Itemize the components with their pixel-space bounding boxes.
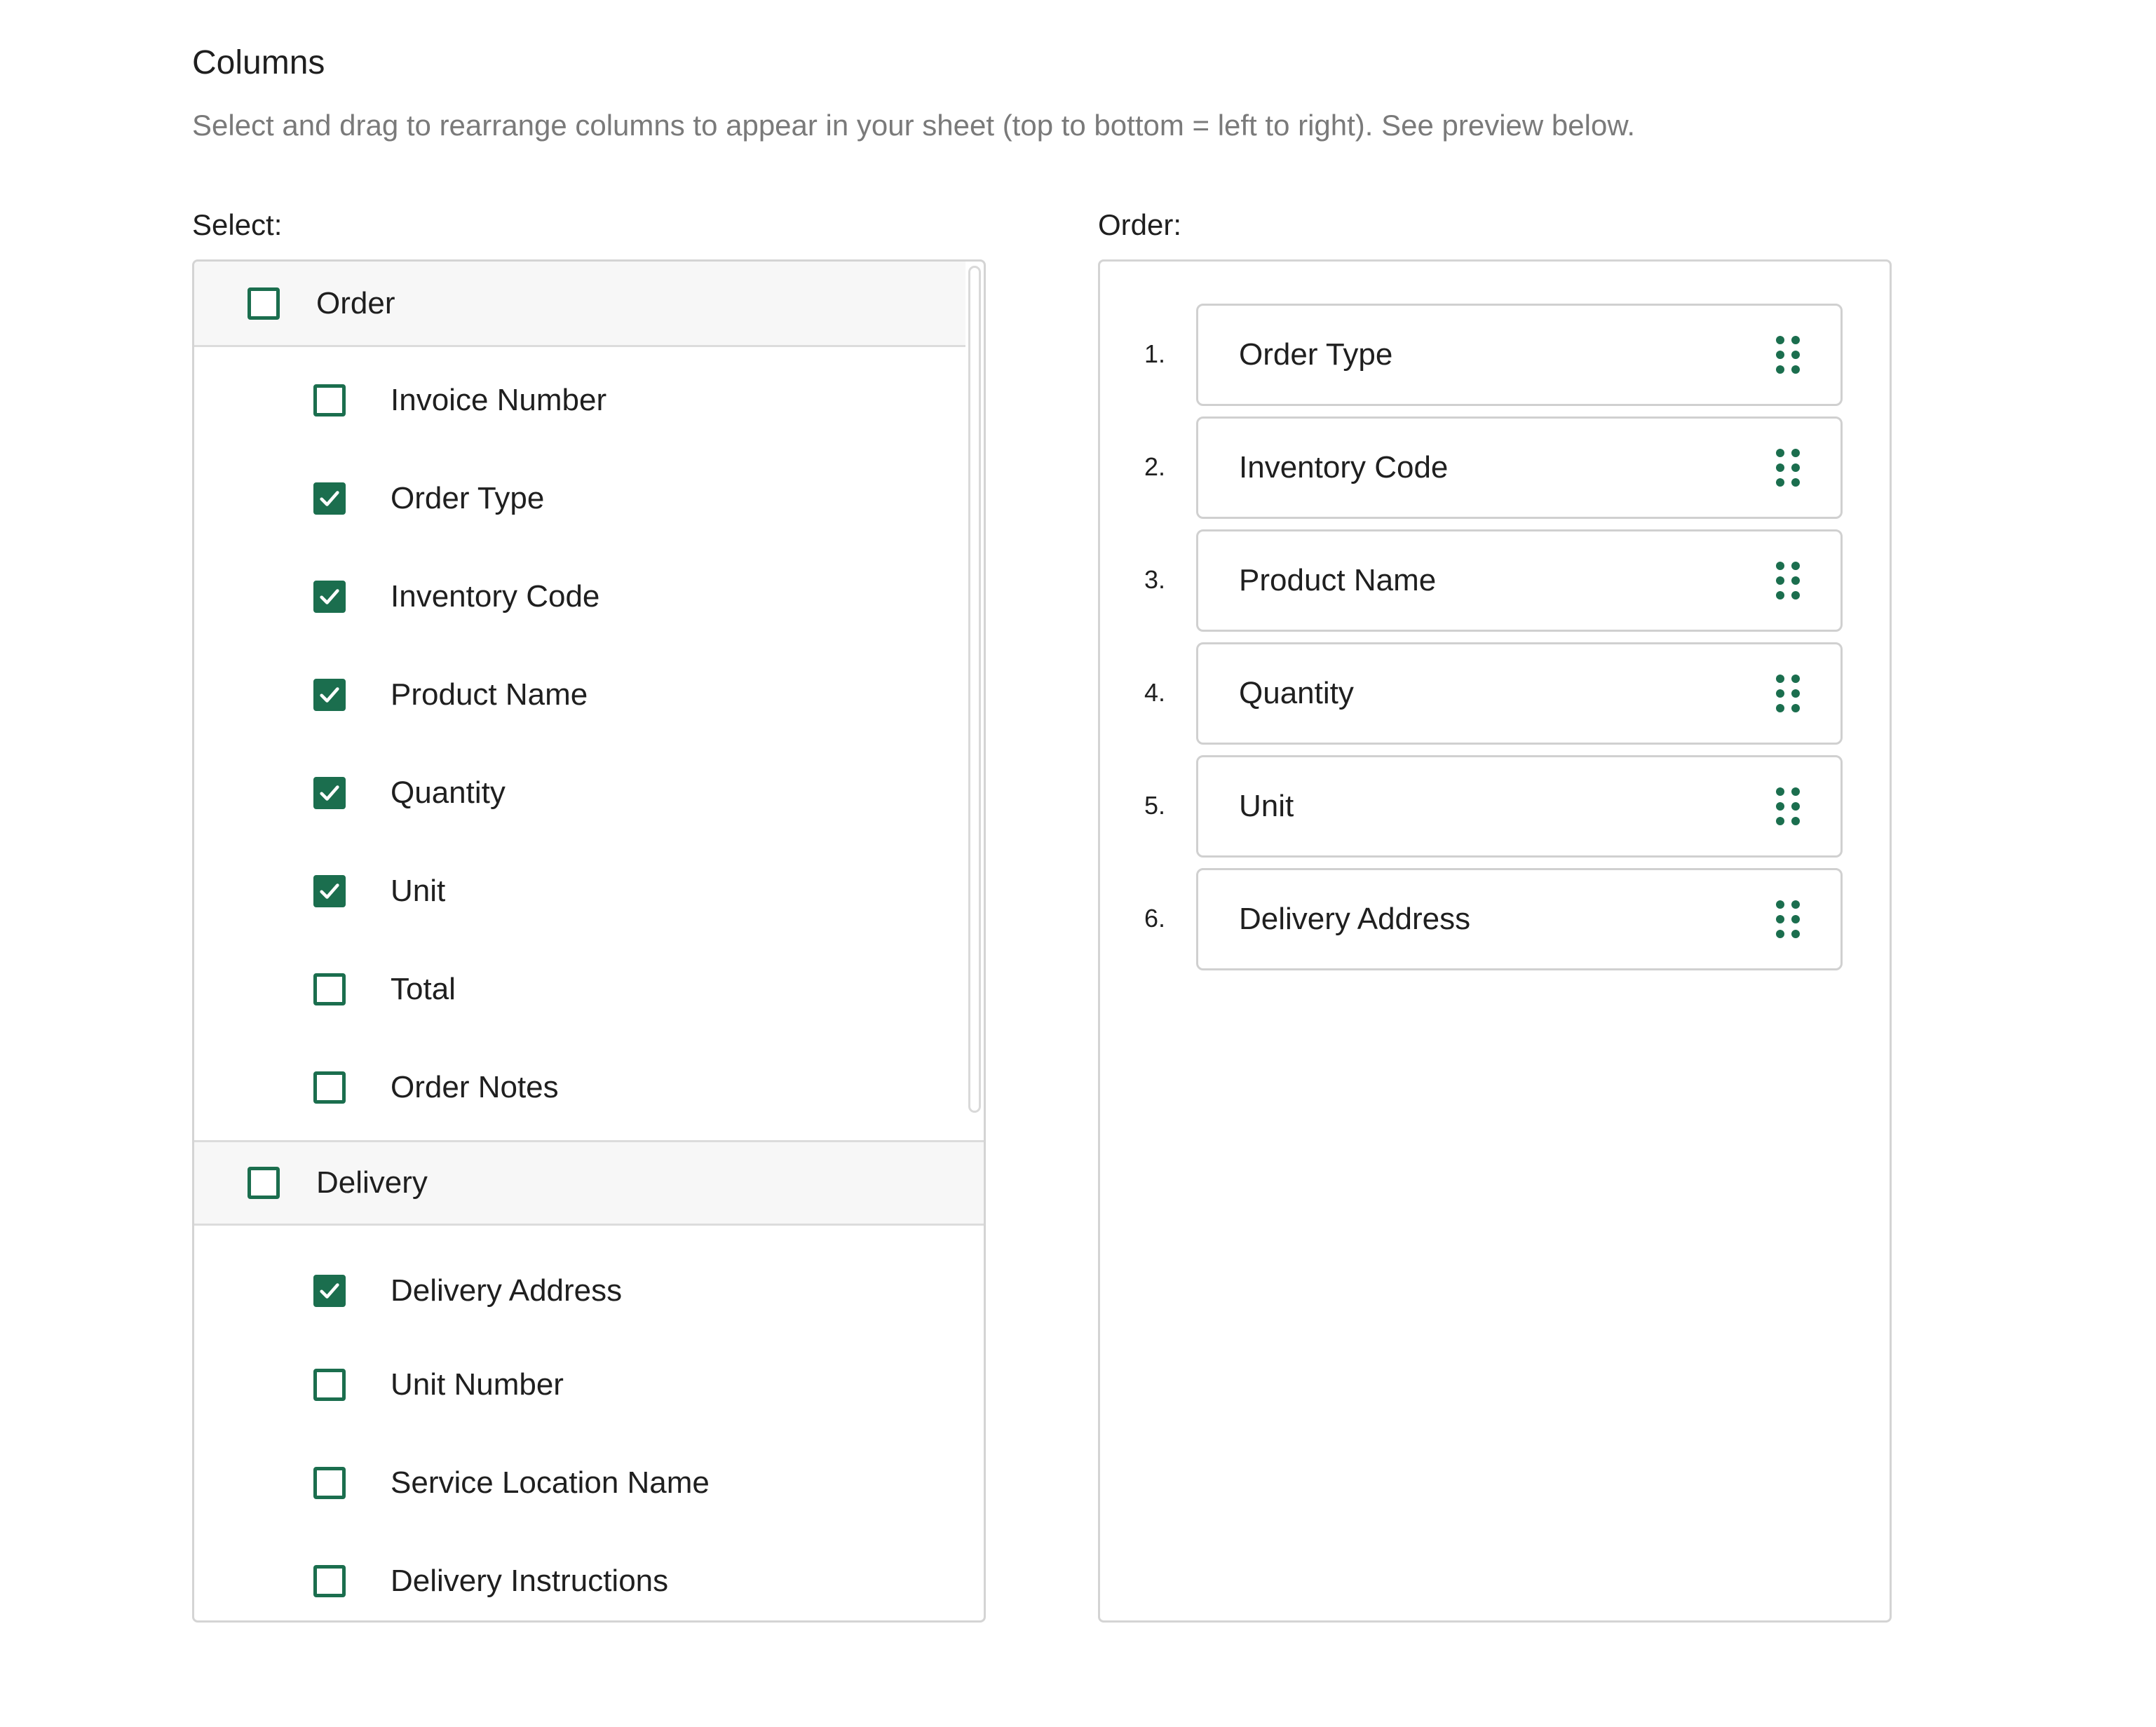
page-subtitle: Select and drag to rearrange columns to … <box>192 109 1635 142</box>
select-label: Select: <box>192 208 283 241</box>
checkmark-icon <box>320 687 339 703</box>
order-card-order-type[interactable]: Order Type <box>1196 304 1843 406</box>
order-card-label: Inventory Code <box>1239 450 1449 485</box>
drag-handle-icon[interactable] <box>1776 562 1800 600</box>
select-item-label: Quantity <box>391 776 506 810</box>
select-item-label: Inventory Code <box>391 579 600 614</box>
select-item-invoice-number[interactable]: Invoice Number <box>194 358 958 442</box>
order-card-quantity[interactable]: Quantity <box>1196 642 1843 745</box>
group-label-delivery: Delivery <box>316 1165 428 1200</box>
select-item-total[interactable]: Total <box>194 947 958 1031</box>
scrollbar[interactable] <box>968 266 981 1113</box>
select-item-quantity[interactable]: Quantity <box>194 751 958 835</box>
select-item-label: Unit <box>391 874 446 908</box>
select-item-unit-number[interactable]: Unit Number <box>194 1343 958 1427</box>
select-panel[interactable]: Order Invoice Number Order Type Inventor… <box>192 259 986 1623</box>
checkmark-icon <box>320 785 339 801</box>
order-number: 6. <box>1144 904 1166 933</box>
group-label-order: Order <box>316 285 395 320</box>
order-label: Order: <box>1098 208 1182 241</box>
select-item-label: Order Notes <box>391 1070 559 1104</box>
select-item-order-type[interactable]: Order Type <box>194 456 958 541</box>
order-number: 1. <box>1144 339 1166 368</box>
order-card-label: Delivery Address <box>1239 902 1471 936</box>
select-item-inventory-code[interactable]: Inventory Code <box>194 555 958 639</box>
checkbox-icon[interactable] <box>313 581 346 613</box>
checkbox-icon[interactable] <box>248 287 280 320</box>
checkbox-icon[interactable] <box>313 1467 346 1499</box>
checkbox-icon[interactable] <box>313 1565 346 1597</box>
checkmark-icon <box>320 589 339 604</box>
columns-config-page: Columns Select and drag to rearrange col… <box>0 0 2156 1727</box>
select-item-delivery-address[interactable]: Delivery Address <box>194 1249 958 1333</box>
select-item-label: Order Type <box>391 481 545 515</box>
checkbox-icon[interactable] <box>313 777 346 809</box>
select-item-label: Unit Number <box>391 1367 564 1402</box>
order-card-unit[interactable]: Unit <box>1196 755 1843 858</box>
order-card-label: Order Type <box>1239 337 1393 372</box>
group-header-order[interactable]: Order <box>194 262 965 347</box>
order-card-delivery-address[interactable]: Delivery Address <box>1196 868 1843 970</box>
select-item-label: Invoice Number <box>391 383 607 417</box>
checkbox-icon[interactable] <box>248 1167 280 1199</box>
checkbox-icon[interactable] <box>313 482 346 515</box>
select-item-service-location-name[interactable]: Service Location Name <box>194 1441 958 1525</box>
checkmark-icon <box>320 883 339 899</box>
select-item-delivery-instructions[interactable]: Delivery Instructions <box>194 1539 958 1620</box>
order-card-label: Quantity <box>1239 676 1354 710</box>
select-item-order-notes[interactable]: Order Notes <box>194 1045 958 1130</box>
order-card-label: Unit <box>1239 789 1294 823</box>
drag-handle-icon[interactable] <box>1776 336 1800 374</box>
order-number: 4. <box>1144 678 1166 707</box>
order-card-product-name[interactable]: Product Name <box>1196 529 1843 632</box>
order-card-label: Product Name <box>1239 563 1437 597</box>
select-item-product-name[interactable]: Product Name <box>194 653 958 737</box>
checkbox-icon[interactable] <box>313 384 346 416</box>
group-header-delivery[interactable]: Delivery <box>194 1140 984 1226</box>
checkmark-icon <box>320 491 339 506</box>
drag-handle-icon[interactable] <box>1776 449 1800 487</box>
drag-handle-icon[interactable] <box>1776 900 1800 938</box>
checkbox-icon[interactable] <box>313 1275 346 1307</box>
checkmark-icon <box>320 1283 339 1299</box>
select-item-label: Product Name <box>391 677 588 712</box>
checkbox-icon[interactable] <box>313 1071 346 1104</box>
select-item-unit[interactable]: Unit <box>194 849 958 933</box>
select-item-label: Service Location Name <box>391 1465 710 1500</box>
order-number: 5. <box>1144 791 1166 820</box>
select-item-label: Delivery Instructions <box>391 1564 669 1598</box>
order-number: 3. <box>1144 565 1166 594</box>
select-item-label: Total <box>391 972 456 1006</box>
order-number: 2. <box>1144 452 1166 481</box>
checkbox-icon[interactable] <box>313 1369 346 1401</box>
checkbox-icon[interactable] <box>313 875 346 907</box>
select-item-label: Delivery Address <box>391 1273 623 1308</box>
order-card-inventory-code[interactable]: Inventory Code <box>1196 416 1843 519</box>
drag-handle-icon[interactable] <box>1776 675 1800 712</box>
drag-handle-icon[interactable] <box>1776 787 1800 825</box>
checkbox-icon[interactable] <box>313 679 346 711</box>
page-title: Columns <box>192 44 325 81</box>
checkbox-icon[interactable] <box>313 973 346 1005</box>
